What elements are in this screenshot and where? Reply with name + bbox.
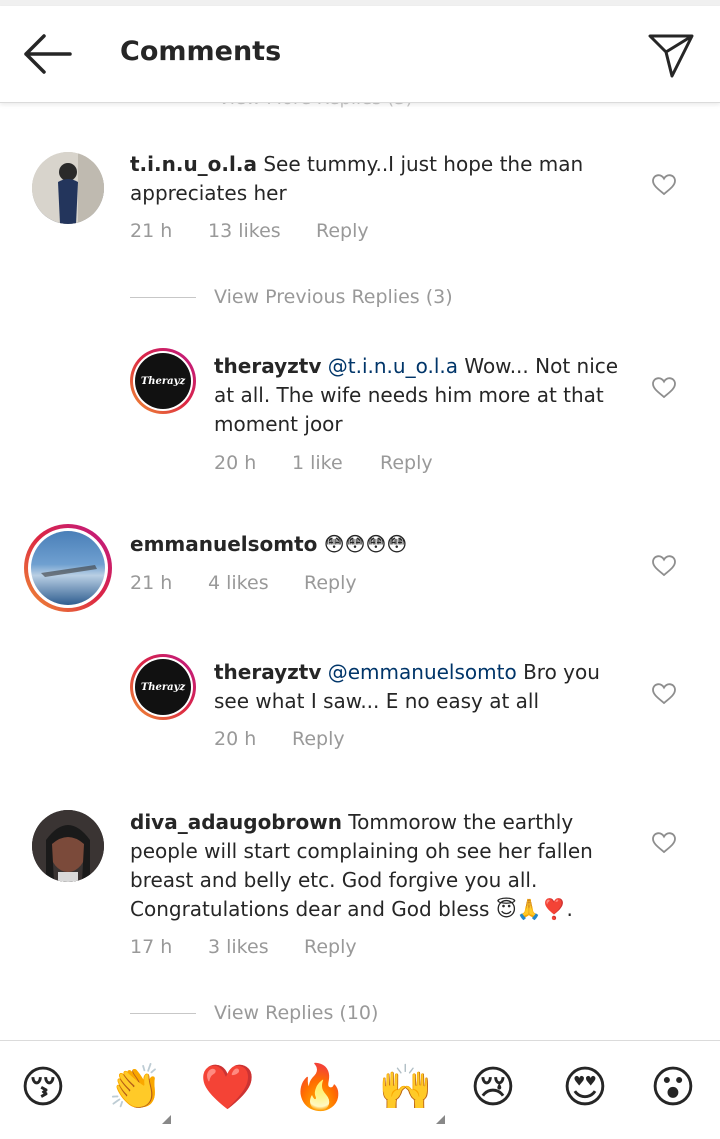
avatar[interactable]: Therayz	[130, 654, 196, 720]
mention-link[interactable]: @emmanuelsomto	[328, 660, 517, 684]
comment-text: diva_adaugobrown Tommorow the earthly pe…	[130, 808, 630, 924]
view-replies[interactable]: View Replies (10)	[214, 1002, 378, 1024]
page-title: Comments	[120, 36, 282, 67]
avatar[interactable]	[24, 524, 112, 612]
emoji-kissing[interactable]: 😚	[20, 1063, 66, 1113]
comment-time: 20 h	[214, 728, 257, 750]
reply-button[interactable]: Reply	[380, 452, 433, 474]
top-bar: Comments	[0, 6, 720, 103]
like-heart-icon[interactable]	[652, 555, 676, 577]
comment-time: 20 h	[214, 452, 257, 474]
emoji-fire[interactable]: 🔥	[292, 1063, 347, 1113]
comment-time: 21 h	[130, 572, 173, 594]
emoji-quick-bar: 😚 👏 ❤️ 🔥 🙌 😢 😍 😮	[0, 1040, 720, 1139]
comment-username[interactable]: t.i.n.u_o.l.a	[130, 152, 257, 176]
comment-username[interactable]: diva_adaugobrown	[130, 810, 342, 834]
like-heart-icon[interactable]	[652, 377, 676, 399]
reply-button[interactable]: Reply	[316, 220, 369, 242]
skin-tone-indicator	[436, 1115, 445, 1124]
like-heart-icon[interactable]	[652, 174, 676, 196]
avatar[interactable]: Therayz	[130, 348, 196, 414]
divider-line	[130, 1013, 196, 1014]
reply-button[interactable]: Reply	[304, 572, 357, 594]
divider-line	[130, 297, 196, 298]
like-heart-icon[interactable]	[652, 683, 676, 705]
view-previous-replies[interactable]: View Previous Replies (3)	[214, 286, 453, 308]
likes-count[interactable]: 13 likes	[208, 220, 281, 242]
avatar[interactable]	[32, 810, 104, 882]
comment-username[interactable]: emmanuelsomto	[130, 532, 317, 556]
avatar-logo-text: Therayz	[140, 681, 186, 693]
comment-text: therayztv @emmanuelsomto Bro you see wha…	[214, 658, 634, 716]
emoji-red-heart[interactable]: ❤️	[200, 1063, 255, 1113]
comment-username[interactable]: therayztv	[214, 660, 321, 684]
avatar-logo-text: Therayz	[140, 375, 186, 387]
reply-button[interactable]: Reply	[292, 728, 345, 750]
comment-text: t.i.n.u_o.l.a See tummy..I just hope the…	[130, 150, 630, 208]
reply-button[interactable]: Reply	[304, 936, 357, 958]
skin-tone-indicator	[162, 1115, 171, 1124]
emoji-heart-eyes[interactable]: 😍	[562, 1063, 608, 1113]
comment-body: 😳😳😳😳	[317, 532, 408, 556]
emoji-raising-hands[interactable]: 🙌	[378, 1063, 433, 1113]
comment-time: 21 h	[130, 220, 173, 242]
emoji-crying[interactable]: 😢	[470, 1063, 516, 1113]
direct-send-icon[interactable]	[648, 32, 694, 78]
likes-count[interactable]: 1 like	[292, 452, 343, 474]
emoji-surprised[interactable]: 😮	[650, 1063, 696, 1113]
comment-text: emmanuelsomto 😳😳😳😳	[130, 530, 630, 559]
comment-text: therayztv @t.i.n.u_o.l.a Wow... Not nice…	[214, 352, 634, 439]
back-arrow-icon[interactable]	[22, 34, 72, 74]
likes-count[interactable]: 4 likes	[208, 572, 269, 594]
likes-count[interactable]: 3 likes	[208, 936, 269, 958]
avatar[interactable]	[32, 152, 104, 224]
comment-username[interactable]: therayztv	[214, 354, 321, 378]
emoji-clapping[interactable]: 👏	[108, 1063, 163, 1113]
mention-link[interactable]: @t.i.n.u_o.l.a	[328, 354, 458, 378]
like-heart-icon[interactable]	[652, 832, 676, 854]
comment-time: 17 h	[130, 936, 173, 958]
